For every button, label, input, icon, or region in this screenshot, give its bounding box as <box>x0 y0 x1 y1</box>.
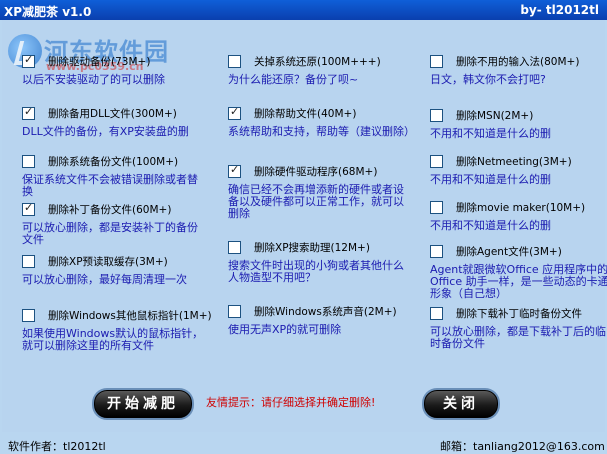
option-checkbox[interactable] <box>22 309 35 322</box>
option-item: 删除不用的输入法(80M+) 日文，韩文你不会打吧? <box>430 54 607 86</box>
main-panel: 河东软件园 www.pc0359.cn 删除驱动备份(73M+) 以后不安装驱动… <box>2 20 607 453</box>
option-description: DLL文件的备份，有XP安装盘的删 <box>22 125 189 138</box>
option-label[interactable]: 删除Agent文件(3M+) <box>456 244 562 259</box>
author-tag: by- tl2012tl <box>520 3 599 17</box>
option-label[interactable]: 删除备用DLL文件(300M+) <box>48 106 177 121</box>
option-item: 关掉系统还原(100M+++) 为什么能还原？备份了呗~ <box>228 54 413 86</box>
option-label[interactable]: 删除Netmeeting(3M+) <box>456 154 572 169</box>
option-item: 删除Netmeeting(3M+) 不用和不知道是什么的删 <box>430 154 607 186</box>
email-info: 邮箱：tanliang2012@163.com <box>440 440 605 453</box>
option-label[interactable]: 删除帮助文件(40M+) <box>254 106 356 121</box>
option-label[interactable]: 删除MSN(2M+) <box>456 108 533 123</box>
friendly-tip: 友情提示：请仔细选择并确定删除! <box>206 396 376 409</box>
option-description: 不用和不知道是什么的删 <box>430 173 551 186</box>
close-button[interactable]: 关闭 <box>424 390 498 418</box>
option-checkbox[interactable] <box>430 245 443 258</box>
option-description: 搜索文件时出现的小狗或者其他什么人物造型不用吧？ <box>228 259 404 284</box>
option-item: 删除帮助文件(40M+) 系统帮助和支持，帮助等（建议删除） <box>228 105 415 138</box>
option-label[interactable]: 删除XP搜索助理(12M+) <box>254 240 370 255</box>
option-description: Agent就跟微软Office 应用程序中的Office 助手一样，是一些动态的… <box>430 263 607 300</box>
option-checkbox[interactable] <box>228 55 241 68</box>
option-item: 删除movie maker(10M+) 不用和不知道是什么的删 <box>430 200 607 232</box>
option-checkbox[interactable] <box>22 201 35 216</box>
option-item: 删除系统备份文件(100M+) 保证系统文件不会被错误删除或者替换 <box>22 154 207 198</box>
option-item: 删除XP搜索助理(12M+) 搜索文件时出现的小狗或者其他什么人物造型不用吧？ <box>228 240 413 284</box>
option-checkbox[interactable] <box>430 307 443 320</box>
option-checkbox[interactable] <box>22 255 35 268</box>
option-label[interactable]: 删除不用的输入法(80M+) <box>456 54 579 69</box>
option-description: 不用和不知道是什么的删 <box>430 127 551 140</box>
title-bar[interactable]: XP减肥茶 v1.0 by- tl2012tl <box>0 0 607 20</box>
option-checkbox[interactable] <box>22 53 35 68</box>
author-info: 软件作者：tl2012tl <box>8 440 106 453</box>
option-item: 删除驱动备份(73M+) 以后不安装驱动了的可以删除 <box>22 53 207 86</box>
option-item: 删除补丁备份文件(60M+) 可以放心删除，都是安装补丁的备份文件 <box>22 201 207 246</box>
option-item: 删除Windows系统声音(2M+) 使用无声XP的就可删除 <box>228 304 413 336</box>
option-description: 以后不安装驱动了的可以删除 <box>22 73 165 86</box>
option-description: 可以放心删除，最好每周清理一次 <box>22 273 187 286</box>
option-item: 删除备用DLL文件(300M+) DLL文件的备份，有XP安装盘的删 <box>22 105 207 138</box>
option-description: 为什么能还原？备份了呗~ <box>228 73 359 86</box>
option-description: 可以放心删除，都是下载补丁后的临时备份文件 <box>430 325 606 350</box>
option-description: 可以放心删除，都是安装补丁的备份文件 <box>22 221 198 246</box>
option-checkbox[interactable] <box>22 155 35 168</box>
option-checkbox[interactable] <box>228 241 241 254</box>
option-description: 系统帮助和支持，帮助等（建议删除） <box>228 125 415 138</box>
option-label[interactable]: 关掉系统还原(100M+++) <box>254 54 381 69</box>
option-item: 删除XP预读取缓存(3M+) 可以放心删除，最好每周清理一次 <box>22 254 207 286</box>
option-item: 删除下载补丁临时备份文件 可以放心删除，都是下载补丁后的临时备份文件 <box>430 306 607 350</box>
option-description: 如果使用Windows默认的鼠标指针，就可以删除这里的所有文件 <box>22 327 204 352</box>
option-checkbox[interactable] <box>430 55 443 68</box>
option-description: 日文，韩文你不会打吧? <box>430 73 546 86</box>
option-description: 不用和不知道是什么的删 <box>430 219 551 232</box>
option-item: 删除Agent文件(3M+) Agent就跟微软Office 应用程序中的Off… <box>430 244 607 300</box>
option-label[interactable]: 删除硬件驱动程序(68M+) <box>254 164 377 179</box>
start-slim-button[interactable]: 开始减肥 <box>94 390 192 418</box>
option-label[interactable]: 删除下载补丁临时备份文件 <box>456 306 582 321</box>
option-description: 确信已经不会再增添新的硬件或者设备以及硬件都可以正常工作，就可以删除 <box>228 183 404 220</box>
option-label[interactable]: 删除Windows其他鼠标指针(1M+) <box>48 308 212 323</box>
option-checkbox[interactable] <box>430 201 443 214</box>
option-label[interactable]: 删除movie maker(10M+) <box>456 200 585 215</box>
option-checkbox[interactable] <box>430 155 443 168</box>
option-label[interactable]: 删除XP预读取缓存(3M+) <box>48 254 168 269</box>
option-label[interactable]: 删除驱动备份(73M+) <box>48 54 150 69</box>
option-description: 使用无声XP的就可删除 <box>228 323 342 336</box>
option-description: 保证系统文件不会被错误删除或者替换 <box>22 173 198 198</box>
option-item: 删除MSN(2M+) 不用和不知道是什么的删 <box>430 108 607 140</box>
option-item: 删除Windows其他鼠标指针(1M+) 如果使用Windows默认的鼠标指针，… <box>22 308 212 352</box>
option-checkbox[interactable] <box>22 105 35 120</box>
option-label[interactable]: 删除Windows系统声音(2M+) <box>254 304 397 319</box>
option-checkbox[interactable] <box>228 105 241 120</box>
option-checkbox[interactable] <box>430 109 443 122</box>
option-label[interactable]: 删除系统备份文件(100M+) <box>48 154 178 169</box>
window-title: XP减肥茶 v1.0 <box>4 5 92 19</box>
option-item: 删除硬件驱动程序(68M+) 确信已经不会再增添新的硬件或者设备以及硬件都可以正… <box>228 163 413 220</box>
option-label[interactable]: 删除补丁备份文件(60M+) <box>48 202 171 217</box>
option-checkbox[interactable] <box>228 163 241 178</box>
option-checkbox[interactable] <box>228 305 241 318</box>
